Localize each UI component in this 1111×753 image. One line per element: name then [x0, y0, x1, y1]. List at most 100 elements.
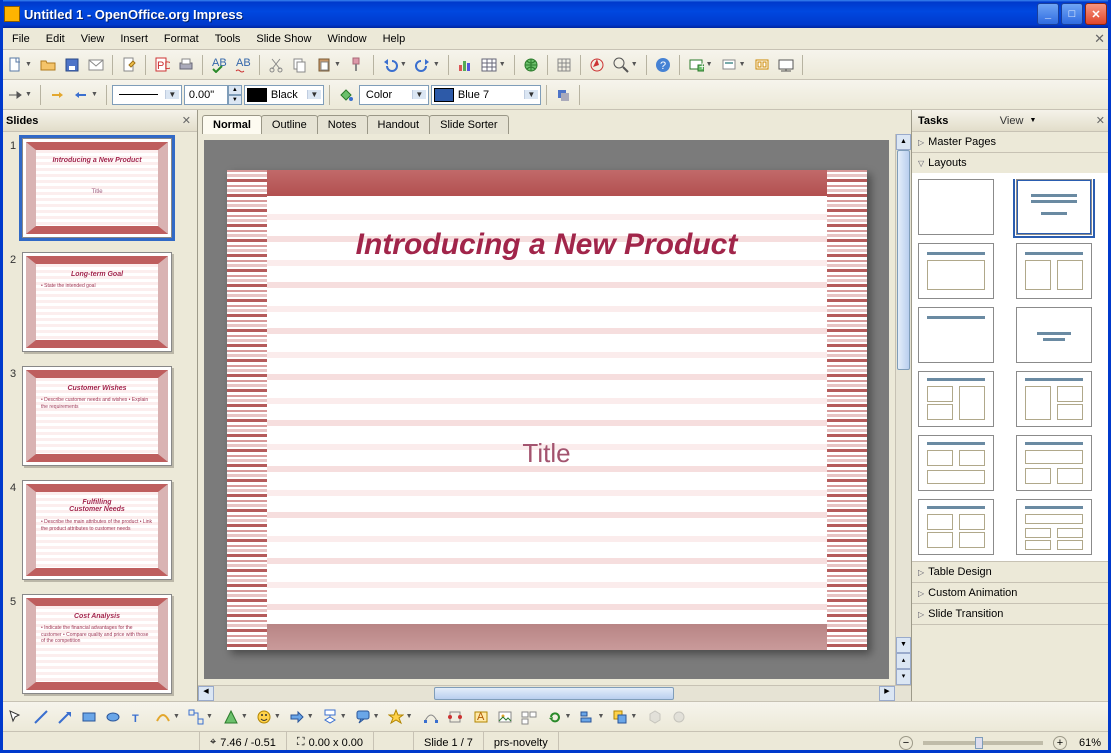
menu-view[interactable]: View: [73, 31, 113, 47]
interaction-tool[interactable]: [668, 706, 690, 728]
insert-slide-button[interactable]: +▼: [685, 54, 716, 76]
format-paintbrush-button[interactable]: [346, 54, 368, 76]
zoom-out-button[interactable]: −: [899, 736, 913, 750]
stars-tool[interactable]: ▼: [385, 706, 416, 728]
layout-top1-bottom2[interactable]: [1016, 435, 1092, 491]
current-slide[interactable]: Introducing a New Product Title: [227, 170, 867, 650]
tab-normal[interactable]: Normal: [202, 115, 262, 134]
layout-4content[interactable]: [918, 499, 994, 555]
spin-up[interactable]: ▲: [228, 85, 242, 95]
slide-thumb-2[interactable]: 2 Long-term Goal • State the intended go…: [10, 252, 187, 352]
new-document-button[interactable]: ▼: [4, 54, 35, 76]
fill-mode-combo[interactable]: Color▼: [359, 85, 429, 105]
slide-design-button[interactable]: ▼: [718, 54, 749, 76]
extrusion-tool[interactable]: [644, 706, 666, 728]
slide-thumb-5[interactable]: 5 Cost Analysis • Indicate the financial…: [10, 594, 187, 694]
scroll-down-button[interactable]: ▼: [896, 637, 911, 653]
open-button[interactable]: [37, 54, 59, 76]
fontwork-tool[interactable]: A: [470, 706, 492, 728]
auto-spellcheck-button[interactable]: ABC: [232, 54, 254, 76]
menu-insert[interactable]: Insert: [112, 31, 156, 47]
zoom-in-button[interactable]: +: [1053, 736, 1067, 750]
vertical-scrollbar[interactable]: ▲ ▼ ▴ ▾: [895, 134, 911, 685]
arrow-tool[interactable]: [54, 706, 76, 728]
select-tool[interactable]: [4, 706, 26, 728]
gluepoints-tool[interactable]: [444, 706, 466, 728]
flowchart-tool[interactable]: ▼: [319, 706, 350, 728]
line-endpoint1-button[interactable]: [46, 84, 68, 106]
menu-help[interactable]: Help: [375, 31, 414, 47]
task-section-tabledesign[interactable]: ▷Table Design: [912, 562, 1111, 583]
help-button[interactable]: ?: [652, 54, 674, 76]
block-arrows-tool[interactable]: ▼: [286, 706, 317, 728]
horizontal-scrollbar[interactable]: ◀ ▶: [198, 685, 911, 701]
line-tool[interactable]: [30, 706, 52, 728]
callouts-tool[interactable]: ▼: [352, 706, 383, 728]
line-endpoint2-button[interactable]: ▼: [70, 84, 101, 106]
edit-file-button[interactable]: [118, 54, 140, 76]
layout-title-2content[interactable]: [1016, 243, 1092, 299]
rotate-tool[interactable]: ▼: [544, 706, 575, 728]
zoom-button[interactable]: ▼: [610, 54, 641, 76]
layout-top2-bottom1[interactable]: [918, 435, 994, 491]
layout-title-only[interactable]: [918, 307, 994, 363]
navigator-button[interactable]: [586, 54, 608, 76]
chart-button[interactable]: [454, 54, 476, 76]
arrange-tool[interactable]: ▼: [609, 706, 640, 728]
slide-thumb-3[interactable]: 3 Customer Wishes • Describe customer ne…: [10, 366, 187, 466]
layout-title-content[interactable]: [918, 243, 994, 299]
hyperlink-button[interactable]: [520, 54, 542, 76]
menu-tools[interactable]: Tools: [207, 31, 249, 47]
undo-button[interactable]: ▼: [379, 54, 410, 76]
copy-button[interactable]: [289, 54, 311, 76]
slide-layout-button[interactable]: [751, 54, 773, 76]
table-button[interactable]: ▼: [478, 54, 509, 76]
spellcheck-button[interactable]: ABC: [208, 54, 230, 76]
layout-title[interactable]: [1016, 179, 1092, 235]
task-section-masterpages[interactable]: ▷Master Pages: [912, 132, 1111, 153]
slide-thumb-4[interactable]: 4 Fulfilling Customer Needs • Describe t…: [10, 480, 187, 580]
line-width-input[interactable]: [184, 85, 228, 105]
export-pdf-button[interactable]: PDF: [151, 54, 173, 76]
task-section-slidetransition[interactable]: ▷Slide Transition: [912, 604, 1111, 625]
tab-outline[interactable]: Outline: [261, 115, 318, 134]
layout-6content[interactable]: [1016, 499, 1092, 555]
document-close-button[interactable]: ✕: [1094, 31, 1105, 47]
email-button[interactable]: [85, 54, 107, 76]
tasks-panel-close-button[interactable]: ✕: [1096, 114, 1105, 127]
scroll-left-button[interactable]: ◀: [198, 686, 214, 701]
layout-2x2-b[interactable]: [1016, 371, 1092, 427]
tab-handout[interactable]: Handout: [367, 115, 431, 134]
menu-slideshow[interactable]: Slide Show: [248, 31, 319, 47]
slide-thumb-1[interactable]: 1 Introducing a New Product Title: [10, 138, 187, 238]
connector-tool[interactable]: ▼: [185, 706, 216, 728]
menu-edit[interactable]: Edit: [38, 31, 73, 47]
slides-panel-close-button[interactable]: ✕: [182, 114, 191, 127]
horizontal-scroll-thumb[interactable]: [434, 687, 674, 700]
vertical-scroll-thumb[interactable]: [897, 150, 910, 370]
prev-slide-button[interactable]: ▴: [896, 653, 911, 669]
line-color-combo[interactable]: Black ▼: [244, 85, 324, 105]
slides-list[interactable]: 1 Introducing a New Product Title 2 Long…: [0, 132, 197, 701]
zoom-slider[interactable]: [923, 741, 1043, 745]
window-maximize-button[interactable]: □: [1061, 3, 1083, 25]
tab-notes[interactable]: Notes: [317, 115, 368, 134]
zoom-slider-thumb[interactable]: [975, 737, 983, 749]
fill-bucket-button[interactable]: [335, 84, 357, 106]
curve-tool[interactable]: ▼: [152, 706, 183, 728]
symbol-shapes-tool[interactable]: ▼: [253, 706, 284, 728]
basic-shapes-tool[interactable]: ▼: [220, 706, 251, 728]
fill-color-combo[interactable]: Blue 7 ▼: [431, 85, 541, 105]
layout-2x2-a[interactable]: [918, 371, 994, 427]
slide-title-text[interactable]: Introducing a New Product: [227, 228, 867, 262]
window-minimize-button[interactable]: _: [1037, 3, 1059, 25]
window-close-button[interactable]: ✕: [1085, 3, 1107, 25]
rectangle-tool[interactable]: [78, 706, 100, 728]
scroll-right-button[interactable]: ▶: [879, 686, 895, 701]
line-width-spinner[interactable]: ▲▼: [184, 85, 242, 105]
tasks-view-menu[interactable]: View: [1000, 115, 1024, 127]
tab-slidesorter[interactable]: Slide Sorter: [429, 115, 508, 134]
align-tool[interactable]: ▼: [576, 706, 607, 728]
menu-format[interactable]: Format: [156, 31, 207, 47]
slideshow-button[interactable]: [775, 54, 797, 76]
